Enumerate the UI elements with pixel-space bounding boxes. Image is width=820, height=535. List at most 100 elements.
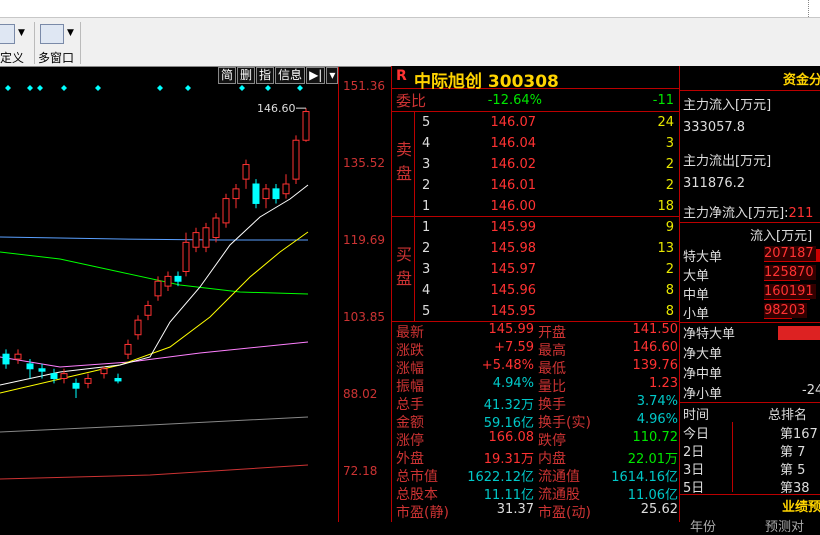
stat-label: 振幅 bbox=[396, 379, 424, 395]
dropdown-arrow-icon[interactable]: ▾ bbox=[326, 67, 339, 84]
flow-value: 207187 bbox=[764, 246, 816, 261]
play-arrow-icon[interactable]: ▶| bbox=[306, 67, 326, 84]
candle-body bbox=[124, 343, 132, 355]
stat-value: 31.37 bbox=[496, 502, 534, 517]
simple-button[interactable]: 简 bbox=[218, 67, 237, 84]
event-marker-icon bbox=[265, 85, 271, 91]
candle-body bbox=[182, 241, 190, 273]
multi-window-label: 多窗口 bbox=[38, 51, 75, 65]
sell-level: 2 bbox=[422, 178, 431, 193]
sell-volume: 3 bbox=[665, 136, 674, 151]
buy-price[interactable]: 145.96 bbox=[472, 281, 537, 301]
buy-price[interactable]: 145.98 bbox=[472, 239, 537, 259]
flow-value: 98203 bbox=[764, 303, 808, 318]
stat-label: 涨幅 bbox=[396, 361, 424, 377]
buy-price[interactable]: 145.99 bbox=[472, 218, 537, 238]
forecast-label: 预测对 bbox=[765, 520, 805, 535]
delete-button[interactable]: 删 bbox=[237, 67, 256, 84]
sell-price[interactable]: 146.01 bbox=[472, 176, 537, 196]
candle-body bbox=[262, 188, 270, 200]
event-marker-icon bbox=[95, 85, 101, 91]
flow-label: 中单 bbox=[683, 288, 710, 303]
candle-body bbox=[232, 188, 240, 200]
event-marker-icon bbox=[185, 85, 191, 91]
stat-label: 总市值 bbox=[396, 469, 438, 485]
sell-volume: 18 bbox=[657, 199, 674, 214]
event-marker-icon bbox=[61, 85, 67, 91]
dropdown-arrow-icon[interactable]: ▼ bbox=[67, 28, 74, 38]
stat-label: 量比 bbox=[538, 379, 566, 395]
stat-value: 41.32万 bbox=[483, 398, 534, 413]
net-label: 净大单 bbox=[683, 347, 723, 362]
divider bbox=[392, 216, 680, 217]
stat-label: 市盈(动) bbox=[538, 505, 591, 521]
info-button[interactable]: 信息 bbox=[275, 67, 306, 84]
stat-value: 1622.12亿 bbox=[467, 470, 534, 485]
candle-body bbox=[174, 275, 182, 282]
flow-column-header: 流入[万元] bbox=[750, 229, 813, 244]
stat-value: +7.59 bbox=[494, 340, 534, 355]
buy-price[interactable]: 145.97 bbox=[472, 260, 537, 280]
stat-label: 金额 bbox=[396, 415, 424, 431]
candle-body bbox=[84, 377, 92, 384]
indicator-button[interactable]: 指 bbox=[256, 67, 275, 84]
buy-volume: 9 bbox=[665, 220, 674, 235]
weibi-pct: -12.64% bbox=[487, 93, 542, 108]
sell-price[interactable]: 146.00 bbox=[472, 197, 537, 217]
sell-price[interactable]: 146.02 bbox=[472, 155, 537, 175]
stat-label: 总股本 bbox=[396, 487, 438, 503]
rank-value: 第 7 bbox=[780, 445, 806, 460]
event-marker-icon bbox=[239, 85, 245, 91]
dropdown-arrow-icon[interactable]: ▼ bbox=[18, 28, 25, 38]
sell-price[interactable]: 146.04 bbox=[472, 134, 537, 154]
stat-value: 3.74% bbox=[636, 394, 678, 409]
buy-level: 5 bbox=[422, 304, 431, 319]
stat-value: 141.50 bbox=[632, 322, 679, 337]
buy-price[interactable]: 145.95 bbox=[472, 302, 537, 322]
candle-body bbox=[202, 227, 210, 248]
divider bbox=[680, 222, 820, 223]
chart-mini-toolbar: 简 删 指 信息 ▶| ▾ bbox=[218, 67, 339, 84]
sell-volume: 2 bbox=[665, 157, 674, 172]
flow-value: 125870 bbox=[764, 265, 816, 280]
buy-label: 买盘 bbox=[395, 245, 412, 288]
ma-blue-line bbox=[0, 236, 308, 241]
candle-body bbox=[2, 353, 10, 365]
event-marker-icon bbox=[157, 85, 163, 91]
kline-svg[interactable]: 146.60 bbox=[0, 67, 338, 522]
stat-label: 最高 bbox=[538, 343, 566, 359]
multi-window-button[interactable]: ▼ 多窗口 bbox=[38, 22, 78, 65]
stock-title: 中际旭创 300308 bbox=[414, 72, 559, 92]
time-header: 时间 bbox=[683, 408, 710, 423]
stat-value: 4.94% bbox=[492, 376, 534, 391]
capital-header[interactable]: 资金分 bbox=[783, 69, 820, 88]
buy-volume: 8 bbox=[665, 304, 674, 319]
axis-label: 119.69 bbox=[343, 233, 385, 247]
window-resize-handle[interactable] bbox=[808, 0, 820, 17]
candlestick-chart[interactable]: 146.60 bbox=[0, 67, 390, 522]
inflow-label: 主力流入[万元] bbox=[683, 98, 772, 113]
stat-label: 外盘 bbox=[396, 451, 424, 467]
candle-body bbox=[114, 377, 122, 382]
multi-window-icon bbox=[40, 24, 64, 44]
net-inflow-value: 211 bbox=[788, 206, 814, 221]
candle-body bbox=[50, 373, 58, 379]
flow-value: 160191 bbox=[764, 284, 816, 299]
rank-period: 今日 bbox=[683, 427, 710, 442]
stat-label: 流通股 bbox=[538, 487, 580, 503]
stat-value: 1614.16亿 bbox=[611, 470, 678, 485]
stat-value: 139.76 bbox=[632, 358, 679, 373]
candle-body bbox=[38, 368, 46, 372]
toolbar-divider bbox=[80, 22, 81, 64]
axis-label: 72.18 bbox=[343, 464, 378, 478]
inflow-value: 333057.8 bbox=[683, 120, 746, 135]
earnings-forecast-header[interactable]: 业绩预 bbox=[782, 496, 820, 515]
event-marker-icon bbox=[27, 85, 33, 91]
stat-label: 市盈(静) bbox=[396, 505, 449, 521]
event-marker-icon bbox=[37, 85, 43, 91]
sell-price[interactable]: 146.07 bbox=[472, 113, 537, 133]
stat-label: 内盘 bbox=[538, 451, 566, 467]
custom-button[interactable]: ▼ 自定义 bbox=[0, 22, 32, 65]
net-bar bbox=[778, 326, 820, 340]
flow-label: 特大单 bbox=[683, 250, 723, 265]
